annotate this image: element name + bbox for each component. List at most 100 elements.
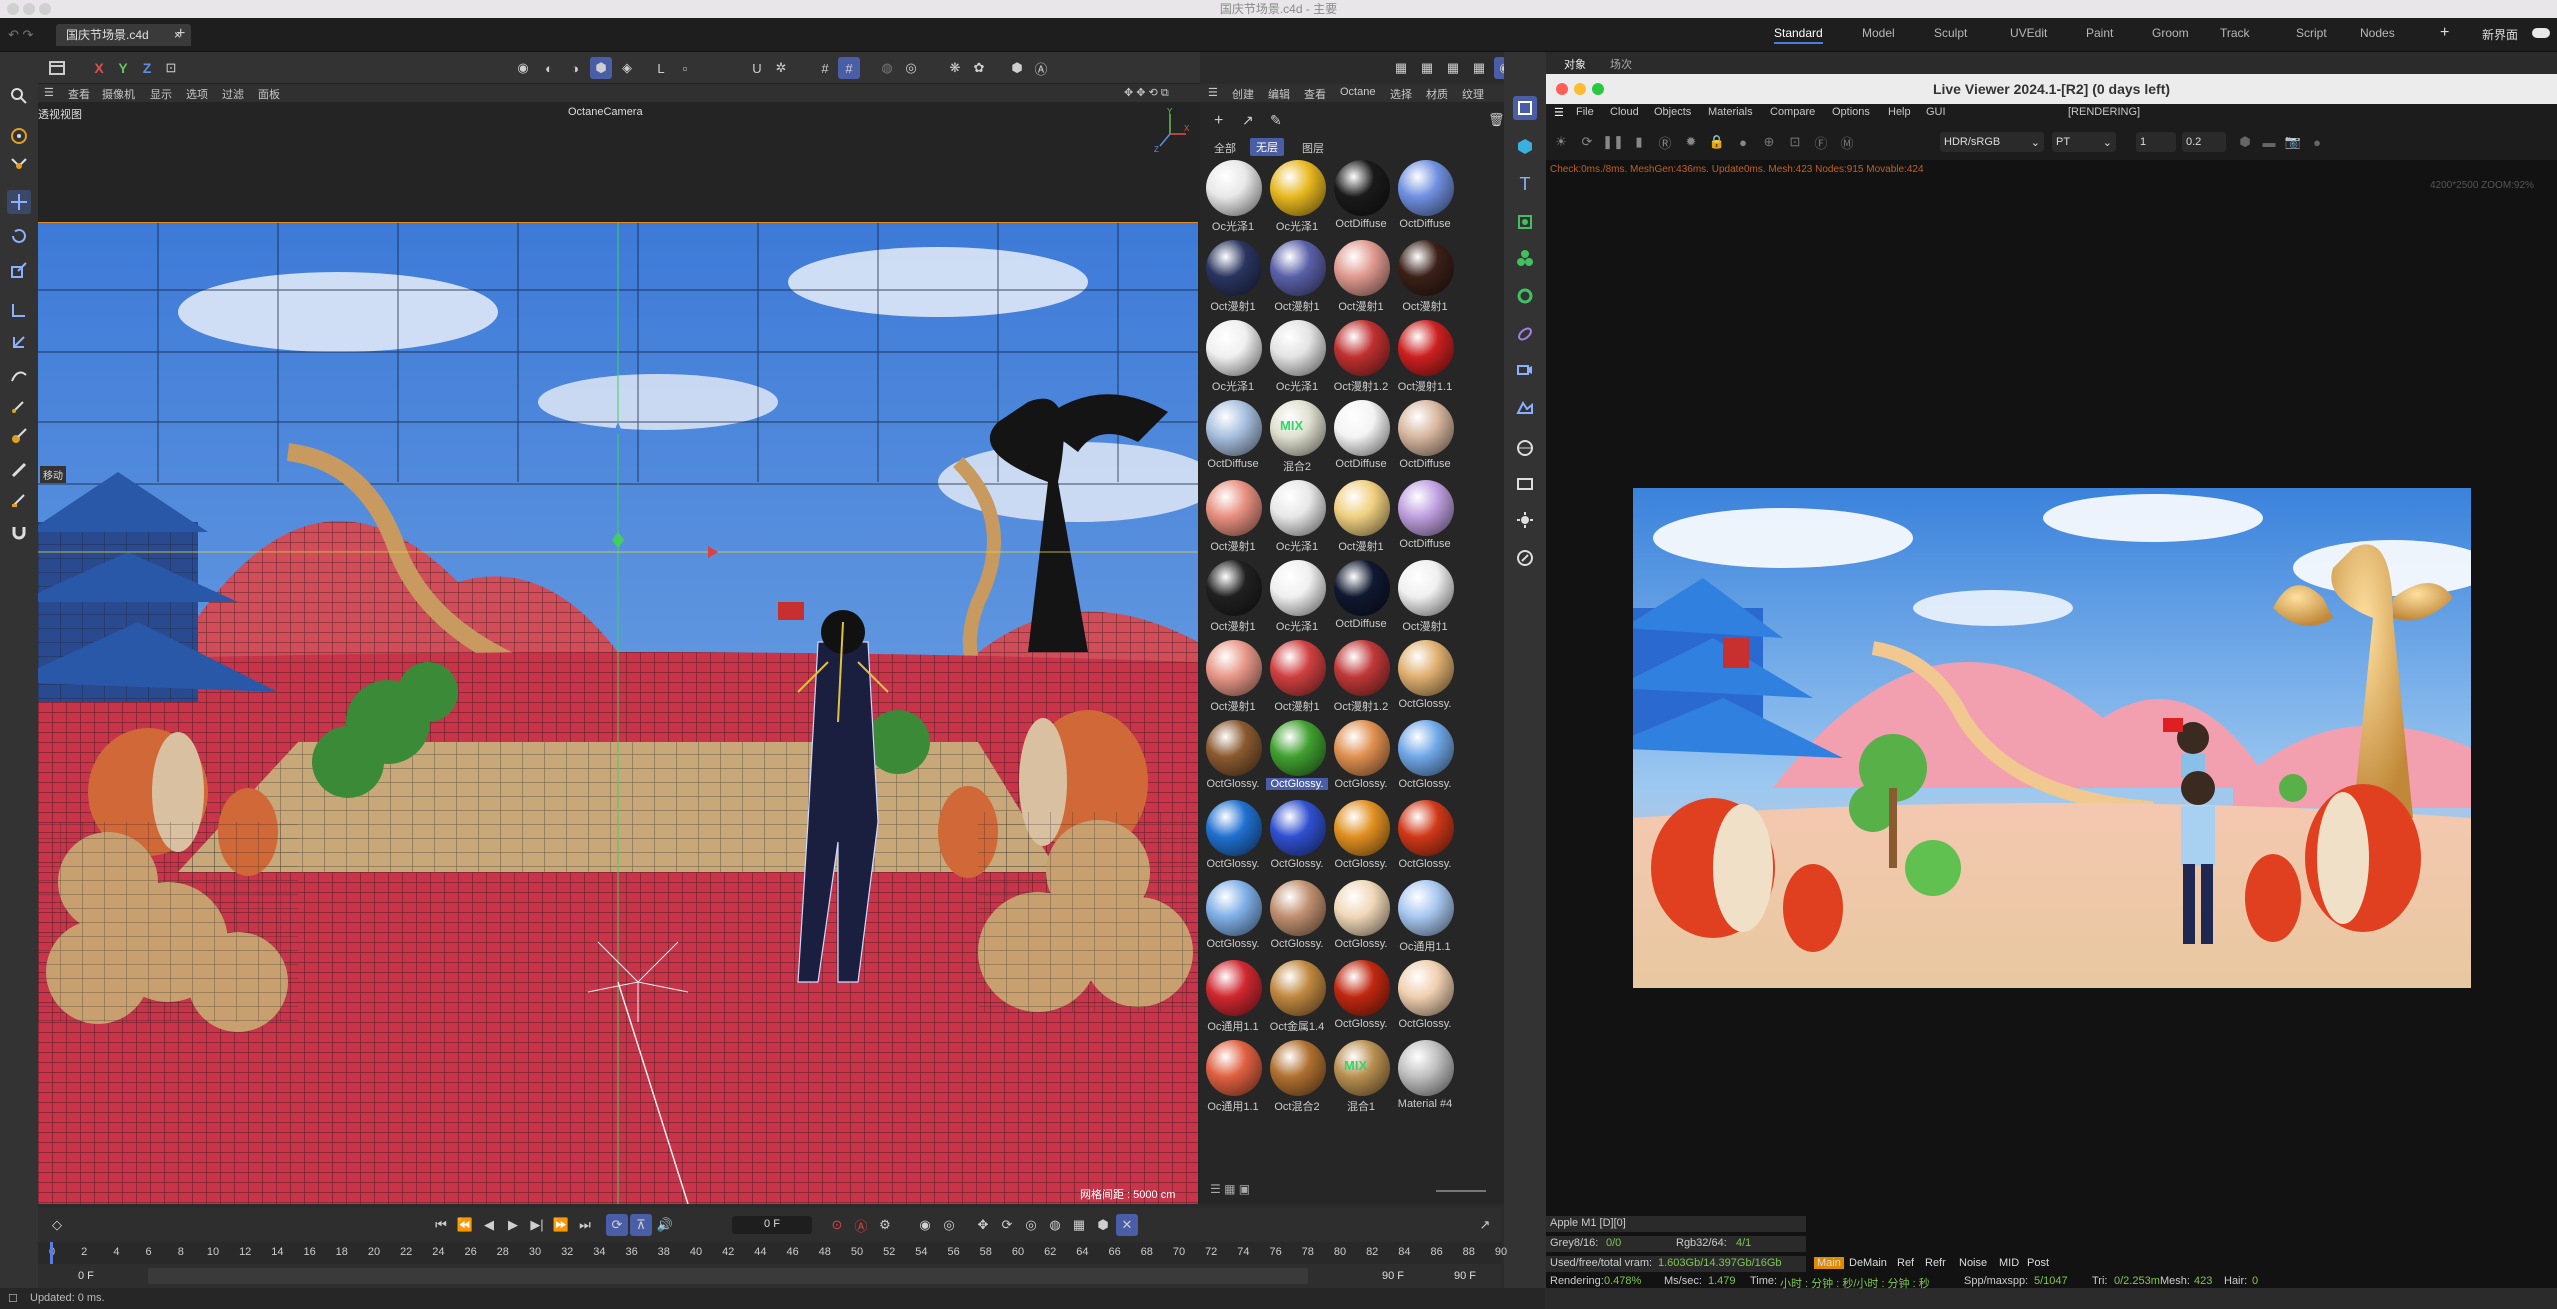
material-swatch[interactable]: Oct漫射1 bbox=[1266, 638, 1328, 716]
range-slider[interactable] bbox=[148, 1268, 1308, 1284]
kernel-select[interactable]: PT ⌄ bbox=[2052, 132, 2116, 152]
material-swatch[interactable]: OctDiffuse bbox=[1394, 478, 1456, 556]
lv-restart-icon[interactable]: ⟳ bbox=[1576, 131, 1598, 153]
eyedropper-icon[interactable]: ✎ bbox=[1270, 112, 1282, 129]
material-swatch[interactable]: Oct混合2 bbox=[1266, 1038, 1328, 1116]
scale-tool-icon[interactable] bbox=[7, 258, 31, 282]
pass-6[interactable]: Post bbox=[2024, 1257, 2052, 1269]
lock-y-axis[interactable]: Y bbox=[112, 57, 134, 79]
size-slider[interactable] bbox=[1436, 1190, 1486, 1192]
record-icon[interactable]: ⊙ bbox=[826, 1214, 848, 1236]
material-swatch[interactable]: Oct漫射1 bbox=[1330, 478, 1392, 556]
loop-icon[interactable]: ⟳ bbox=[606, 1214, 628, 1236]
material-swatch[interactable]: OctGlossy. bbox=[1330, 878, 1392, 956]
material-swatch[interactable]: OctGlossy. bbox=[1266, 878, 1328, 956]
material-swatch[interactable]: Oc通用1.1 bbox=[1394, 878, 1456, 956]
render-icon[interactable] bbox=[1513, 472, 1537, 496]
deformer-icon[interactable] bbox=[1513, 284, 1537, 308]
environment-icon[interactable] bbox=[1513, 436, 1537, 460]
apply-material-icon[interactable]: ↗ bbox=[1242, 112, 1254, 129]
material-swatch[interactable]: Oc光泽1 bbox=[1202, 158, 1264, 236]
layout-tab-6[interactable]: Track bbox=[2220, 26, 2250, 40]
octane-icon[interactable]: ⬢ bbox=[1006, 57, 1028, 79]
tag-icon[interactable] bbox=[1513, 546, 1537, 570]
material-swatch[interactable]: MIX 混合2 bbox=[1266, 398, 1328, 476]
layout-tab-2[interactable]: Sculpt bbox=[1934, 26, 1967, 40]
edit-render-settings-icon[interactable]: ▦ bbox=[1468, 57, 1490, 79]
move-element-icon[interactable] bbox=[7, 154, 31, 178]
magnet-icon[interactable] bbox=[7, 520, 31, 544]
range-start[interactable]: 0 F bbox=[78, 1270, 94, 1282]
material-swatch[interactable]: OctDiffuse bbox=[1330, 158, 1392, 236]
octane-render-icon[interactable]: Ⓐ bbox=[1030, 57, 1052, 79]
material-swatch[interactable]: OctGlossy. bbox=[1202, 798, 1264, 876]
menu-camera[interactable]: 摄像机 bbox=[102, 86, 135, 102]
viewport-menu-icon[interactable]: ☰ bbox=[44, 86, 54, 99]
menu-panel[interactable]: 面板 bbox=[258, 86, 280, 102]
material-swatch[interactable]: Oct漫射1 bbox=[1394, 238, 1456, 316]
fcurve-icon[interactable]: ↗ bbox=[1474, 1214, 1496, 1236]
material-swatch[interactable]: OctGlossy. bbox=[1266, 718, 1328, 796]
lock-x-axis[interactable]: X bbox=[88, 57, 110, 79]
pass-4[interactable]: Noise bbox=[1956, 1257, 1990, 1269]
material-swatch[interactable]: OctGlossy. bbox=[1202, 878, 1264, 956]
close-window-icon[interactable] bbox=[7, 3, 19, 15]
mat-menu-select[interactable]: 选择 bbox=[1390, 86, 1412, 102]
zoom-window-icon[interactable] bbox=[39, 3, 51, 15]
snap-settings-icon[interactable]: ✲ bbox=[770, 57, 792, 79]
render-view-icon[interactable]: ◎ bbox=[900, 57, 922, 79]
current-frame-field[interactable]: 0 F bbox=[732, 1216, 812, 1234]
light-icon[interactable] bbox=[1513, 508, 1537, 532]
menu-filter[interactable]: 过滤 bbox=[222, 86, 244, 102]
lv-stop-icon[interactable]: ▮ bbox=[1628, 131, 1650, 153]
lv-menu-materials[interactable]: Materials bbox=[1708, 106, 1753, 118]
render-to-viewer-icon[interactable]: ▦ bbox=[1416, 57, 1438, 79]
material-swatch[interactable]: Oct漫射1 bbox=[1202, 558, 1264, 636]
lv-camera-icon[interactable]: 📷 bbox=[2282, 131, 2304, 153]
lv-menu-objects[interactable]: Objects bbox=[1654, 106, 1691, 118]
material-swatch[interactable]: OctGlossy. bbox=[1330, 798, 1392, 876]
motion-icon[interactable]: ⬢ bbox=[1092, 1214, 1114, 1236]
material-swatch[interactable]: Oc通用1.1 bbox=[1202, 1038, 1264, 1116]
material-swatch[interactable]: Oc光泽1 bbox=[1202, 318, 1264, 396]
play-icon[interactable]: ▶ bbox=[502, 1214, 524, 1236]
lv-menu-help[interactable]: Help bbox=[1888, 106, 1911, 118]
lv-menu-compare[interactable]: Compare bbox=[1770, 106, 1815, 118]
text-icon[interactable]: T bbox=[1513, 172, 1537, 196]
lv-minimize-icon[interactable] bbox=[1574, 83, 1586, 95]
layout-tab-0[interactable]: Standard bbox=[1774, 26, 1823, 44]
filter-all[interactable]: 全部 bbox=[1214, 140, 1236, 156]
range-icon[interactable]: ⊼ bbox=[630, 1214, 652, 1236]
undo-icon[interactable]: ↶ ↷ bbox=[8, 27, 33, 43]
pass-3[interactable]: Refr bbox=[1922, 1257, 1949, 1269]
value-field-2[interactable]: 0.2 bbox=[2182, 132, 2226, 152]
texture-mode-icon[interactable]: ◐ bbox=[538, 57, 560, 79]
material-swatch[interactable]: OctGlossy. bbox=[1330, 958, 1392, 1036]
material-swatch[interactable]: Oct漫射1.2 bbox=[1330, 638, 1392, 716]
pass-1[interactable]: DeMain bbox=[1846, 1257, 1890, 1269]
minimize-window-icon[interactable] bbox=[23, 3, 35, 15]
sound-icon[interactable]: 🔊 bbox=[654, 1214, 676, 1236]
tab-takes[interactable]: 场次 bbox=[1610, 56, 1632, 72]
scene-icon[interactable] bbox=[1513, 396, 1537, 420]
playhead[interactable] bbox=[50, 1242, 53, 1264]
material-swatch[interactable]: Oct漫射1.2 bbox=[1330, 318, 1392, 396]
menu-options[interactable]: 选项 bbox=[186, 86, 208, 102]
interpolation-icon[interactable]: ▦ bbox=[1068, 1214, 1090, 1236]
sketch-icon[interactable] bbox=[7, 394, 31, 418]
deform-icon[interactable]: ✿ bbox=[968, 57, 990, 79]
live-select-icon[interactable] bbox=[7, 124, 31, 148]
material-swatch[interactable]: OctDiffuse bbox=[1394, 398, 1456, 476]
prev-key-icon[interactable]: ⏪ bbox=[454, 1214, 476, 1236]
snap-icon[interactable]: U bbox=[746, 57, 768, 79]
material-swatch[interactable]: OctGlossy. bbox=[1202, 718, 1264, 796]
lv-material-pick-icon[interactable]: Ⓜ bbox=[1836, 131, 1858, 153]
new-ui-label[interactable]: 新界面 bbox=[2482, 26, 2518, 43]
material-swatch[interactable]: Oct漫射1 bbox=[1266, 238, 1328, 316]
lv-send-scene-icon[interactable]: ☀ bbox=[1550, 131, 1572, 153]
camera-object-icon[interactable] bbox=[1513, 358, 1537, 382]
grid-icon[interactable]: # bbox=[814, 57, 836, 79]
lv-settings-icon[interactable]: ✹ bbox=[1680, 131, 1702, 153]
material-swatch[interactable]: Oct漫射1.1 bbox=[1394, 318, 1456, 396]
coordinate-system-icon[interactable]: ⊡ bbox=[160, 57, 182, 79]
